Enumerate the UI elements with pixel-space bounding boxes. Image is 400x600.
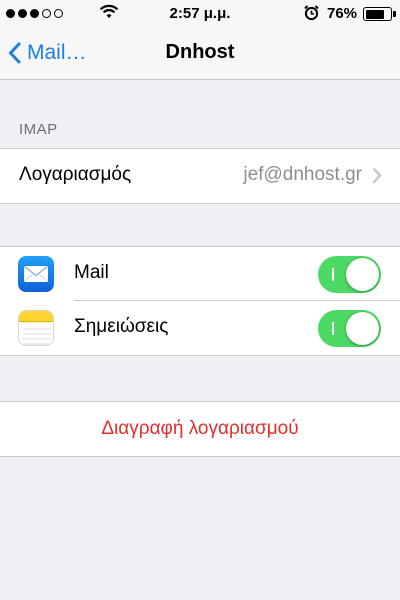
imap-section-header: IMAP — [19, 121, 58, 138]
mail-toggle-row: Mail — [0, 247, 400, 301]
toggle-on-mark — [332, 322, 334, 335]
battery-icon — [363, 7, 392, 21]
delete-account-row[interactable]: Διαγραφή λογαριασμού — [0, 402, 400, 456]
delete-account-button[interactable]: Διαγραφή λογαριασμού — [0, 418, 400, 440]
battery-percentage: 76% — [327, 5, 358, 22]
account-label: Λογαριασμός — [19, 164, 132, 185]
notes-icon — [18, 310, 54, 346]
alarm-clock-icon — [303, 4, 320, 25]
toggle-knob — [346, 312, 379, 345]
mail-label: Mail — [74, 262, 109, 283]
sync-group: Mail Σημειώσεις — [0, 246, 400, 356]
account-email-value: jef@dnhost.gr — [243, 164, 362, 185]
battery-level-fill — [365, 9, 384, 19]
mail-toggle[interactable] — [318, 256, 381, 293]
toggle-on-mark — [332, 268, 334, 281]
delete-account-group: Διαγραφή λογαριασμού — [0, 401, 400, 457]
account-row[interactable]: Λογαριασμός jef@dnhost.gr — [0, 149, 400, 203]
imap-group: Λογαριασμός jef@dnhost.gr — [0, 148, 400, 204]
screen: 2:57 μ.μ. 76% Mail… Dnhost IMAP Λογαριασ… — [0, 0, 400, 600]
chevron-right-icon — [372, 167, 382, 184]
toggle-knob — [346, 258, 379, 291]
mail-icon — [18, 256, 54, 292]
notes-label: Σημειώσεις — [74, 316, 169, 337]
notes-toggle-row: Σημειώσεις — [0, 301, 400, 355]
status-bar: 2:57 μ.μ. 76% — [0, 0, 400, 27]
navigation-bar: Mail… Dnhost — [0, 27, 400, 80]
page-title: Dnhost — [165, 41, 235, 63]
battery-tip — [393, 11, 396, 17]
notes-toggle[interactable] — [318, 310, 381, 347]
